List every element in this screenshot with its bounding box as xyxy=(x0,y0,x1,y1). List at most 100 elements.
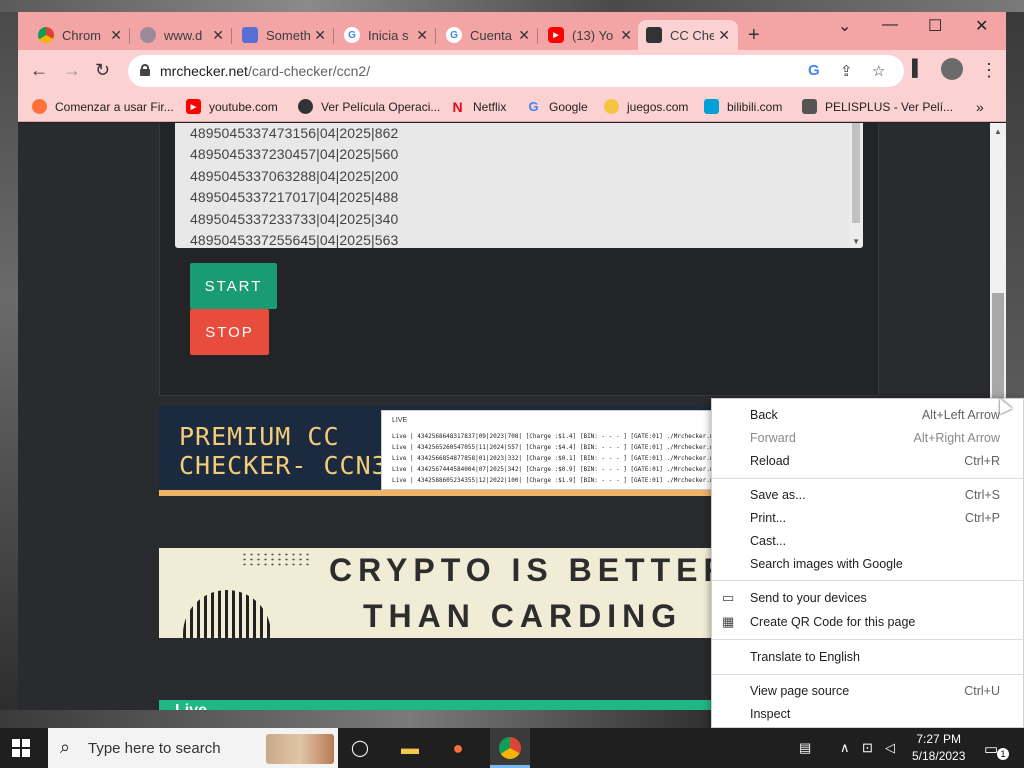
menu-item-cast[interactable]: Cast... xyxy=(712,530,1024,553)
more-menu-icon[interactable]: ⋮ xyxy=(980,60,998,81)
menu-item-print[interactable]: Print... Ctrl+P xyxy=(712,507,1024,530)
notification-icon[interactable]: ▭ xyxy=(984,740,998,758)
textarea-scrollbar[interactable]: ▼ xyxy=(849,123,863,248)
firefox-icon[interactable]: ● xyxy=(446,736,470,760)
tab-cc-checker[interactable]: CC Che ✕ xyxy=(638,20,738,50)
scroll-down-icon[interactable]: ▼ xyxy=(852,237,860,246)
network-icon[interactable]: ⊡ xyxy=(862,740,873,756)
cards-textarea[interactable]: 4895045337473156|04|2025|862 48950453372… xyxy=(175,123,863,248)
live-badge: LIVE xyxy=(392,417,408,424)
menu-item-reload[interactable]: Reload Ctrl+R xyxy=(712,450,1024,473)
log-line: Live | 4342566854877858|01|2023|332| [Ch… xyxy=(392,455,721,462)
address-bar[interactable]: mrchecker.net/card-checker/ccn2/ G ⇪ ☆ xyxy=(128,55,904,87)
new-tab-button[interactable]: + xyxy=(748,24,760,47)
tab-chrome[interactable]: Chrom ✕ xyxy=(30,20,130,50)
volume-icon[interactable]: ◁ xyxy=(885,740,895,756)
more-bookmarks-icon[interactable]: » xyxy=(976,99,984,115)
games-icon xyxy=(604,99,619,114)
tab-label: (13) Yo xyxy=(572,27,614,43)
menu-item-back[interactable]: Back Alt+Left Arrow xyxy=(712,404,1024,427)
system-clock[interactable]: 7:27 PM 5/18/2023 xyxy=(912,731,965,765)
tab-label: www.d xyxy=(164,27,203,43)
firefox-icon xyxy=(32,99,47,114)
tab-cuenta[interactable]: G Cuenta ✕ xyxy=(438,20,538,50)
notification-count-badge: 1 xyxy=(997,748,1009,760)
bookmark-item[interactable]: juegos.com xyxy=(604,99,688,114)
tab-inicia[interactable]: G Inicia s ✕ xyxy=(336,20,436,50)
youtube-icon: ▶ xyxy=(186,99,201,114)
bookmark-item[interactable]: bilibili.com xyxy=(704,99,782,114)
maximize-button[interactable]: ☐ xyxy=(928,16,942,36)
site-icon xyxy=(646,27,662,43)
stop-button[interactable]: STOP xyxy=(190,309,269,355)
bookmark-star-icon[interactable]: ☆ xyxy=(872,62,885,80)
desktop-background-left xyxy=(0,12,18,732)
start-button[interactable]: START xyxy=(190,263,277,309)
forward-arrow-icon[interactable]: → xyxy=(63,60,81,81)
bookmark-item[interactable]: Comenzar a usar Fir... xyxy=(32,99,174,114)
menu-item-save-as[interactable]: Save as... Ctrl+S xyxy=(712,484,1024,507)
avatar[interactable] xyxy=(941,58,963,80)
chrome-taskbar-icon[interactable] xyxy=(490,728,530,768)
card-line: 4895045337217017|04|2025|488 xyxy=(190,189,399,205)
close-icon[interactable]: ✕ xyxy=(620,27,632,44)
google-lens-icon[interactable]: G xyxy=(808,62,820,79)
banner-title: PREMIUM CC CHECKER- CCN3 xyxy=(179,422,388,480)
close-icon[interactable]: ✕ xyxy=(518,27,530,44)
taskbar: ⌕ Type here to search ◯ ▬ ● ▤ ∧ ⊡ ◁ 7:27… xyxy=(0,728,1024,768)
tab-label: CC Che xyxy=(670,27,715,43)
close-icon[interactable]: ✕ xyxy=(314,27,326,44)
clock-date: 5/18/2023 xyxy=(912,749,966,763)
show-hidden-icons[interactable]: ∧ xyxy=(840,740,850,756)
spider-icon xyxy=(298,99,313,114)
chrome-icon xyxy=(38,27,54,43)
menu-item-qr-code[interactable]: ▦ Create QR Code for this page xyxy=(712,611,1024,634)
bookmark-item[interactable]: PELISPLUS - Ver Pelí... xyxy=(802,99,953,114)
tab-search-icon[interactable]: ⌄ xyxy=(838,16,851,36)
scroll-up-icon[interactable]: ▲ xyxy=(994,127,1002,136)
bookmark-item[interactable]: G Google xyxy=(526,99,587,114)
log-line: Live | 4342568648317837|09|2023|708| [Ch… xyxy=(392,433,721,440)
google-icon: G xyxy=(446,27,462,43)
log-line: Live | 4342588605234355|12|2022|100| [Ch… xyxy=(392,477,721,484)
desktop-background-right xyxy=(1006,12,1024,397)
scrollbar-thumb[interactable] xyxy=(992,293,1004,408)
tab-www[interactable]: www.d ✕ xyxy=(132,20,232,50)
bookmark-item[interactable]: Ver Película Operaci... xyxy=(298,99,440,114)
close-icon[interactable]: ✕ xyxy=(110,27,122,44)
task-view-icon[interactable]: ◯ xyxy=(348,736,372,760)
taskbar-search-box[interactable]: ⌕ Type here to search xyxy=(48,728,338,768)
menu-separator xyxy=(712,674,1024,675)
close-icon[interactable]: ✕ xyxy=(718,27,730,44)
close-window-button[interactable]: ✕ xyxy=(975,16,988,36)
side-panel-icon[interactable]: ▌ xyxy=(912,60,923,78)
back-arrow-icon[interactable]: ← xyxy=(30,60,48,81)
minimize-button[interactable]: — xyxy=(882,16,898,34)
tab-youtube[interactable]: ▶ (13) Yo ✕ xyxy=(540,20,640,50)
menu-item-translate[interactable]: Translate to English xyxy=(712,646,1024,669)
scrollbar-thumb[interactable] xyxy=(852,123,860,223)
close-icon[interactable]: ✕ xyxy=(416,27,428,44)
windows-start-icon[interactable] xyxy=(12,739,30,757)
qr-code-icon: ▦ xyxy=(722,614,735,629)
menu-item-view-source[interactable]: View page source Ctrl+U xyxy=(712,680,1024,703)
menu-item-send-to-devices[interactable]: ▭ Send to your devices xyxy=(712,587,1024,610)
bookmark-item[interactable]: N Netflix xyxy=(450,99,506,115)
tab-something[interactable]: Someth ✕ xyxy=(234,20,334,50)
log-line: Live | 4342567444584004|07|2025|342| [Ch… xyxy=(392,466,721,473)
card-line: 4895045337230457|04|2025|560 xyxy=(190,146,399,162)
close-icon[interactable]: ✕ xyxy=(212,27,224,44)
reload-icon[interactable]: ↻ xyxy=(95,60,110,81)
tab-label: Someth xyxy=(266,27,311,43)
menu-item-inspect[interactable]: Inspect xyxy=(712,703,1024,726)
youtube-icon: ▶ xyxy=(548,27,564,43)
language-bar-icon[interactable]: ▤ xyxy=(799,740,811,756)
bilibili-icon xyxy=(704,99,719,114)
search-placeholder: Type here to search xyxy=(88,740,221,757)
stripe-arch-graphic xyxy=(183,590,271,638)
share-icon[interactable]: ⇪ xyxy=(840,62,853,80)
file-explorer-icon[interactable]: ▬ xyxy=(398,736,422,760)
bookmark-item[interactable]: ▶ youtube.com xyxy=(186,99,278,114)
menu-item-search-images[interactable]: Search images with Google xyxy=(712,553,1024,576)
menu-item-forward[interactable]: Forward Alt+Right Arrow xyxy=(712,427,1024,450)
